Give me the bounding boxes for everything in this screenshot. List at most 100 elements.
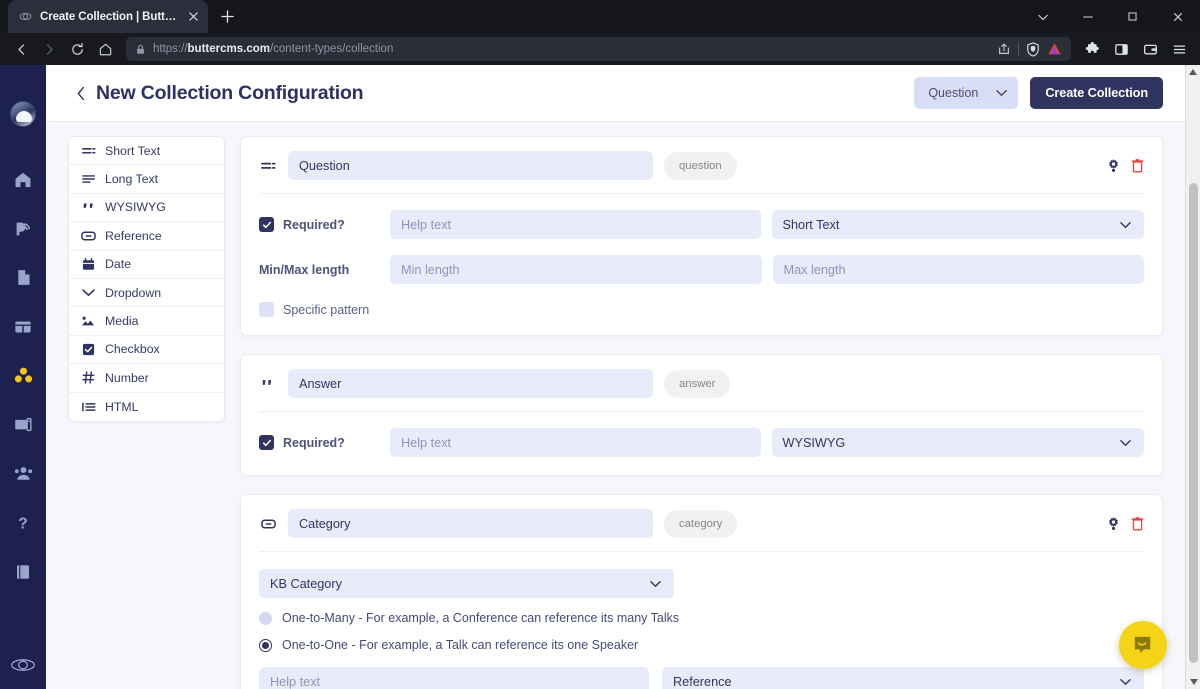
trash-icon[interactable]	[1131, 158, 1144, 173]
trash-icon[interactable]	[1131, 516, 1144, 531]
field-type-wysiwyg[interactable]: WYSIWYG	[69, 194, 224, 223]
specific-pattern-checkbox[interactable]	[259, 302, 274, 317]
url-bar[interactable]: https://buttercms.com/content-types/coll…	[126, 37, 1071, 61]
chat-bubble-icon	[1131, 633, 1156, 658]
chevron-down-icon	[996, 89, 1008, 97]
home-icon[interactable]	[92, 36, 118, 62]
field-card-actions	[1106, 158, 1144, 173]
relation-option-one-to-one[interactable]: One-to-One - For example, a Talk can ref…	[259, 638, 1144, 652]
field-name-input[interactable]: Question	[288, 151, 653, 180]
field-type-label: Dropdown	[105, 285, 162, 300]
brave-rewards-icon[interactable]	[1047, 42, 1062, 56]
help-text-input[interactable]: Help text	[390, 428, 761, 457]
field-type-dropdown[interactable]: Reference	[662, 667, 1144, 689]
field-type-dropdown[interactable]: Dropdown	[69, 279, 224, 308]
field-type-label: Long Text	[105, 172, 159, 187]
intercom-chat-launcher[interactable]	[1119, 621, 1167, 669]
field-type-date[interactable]: Date	[69, 251, 224, 279]
rail-item-pages[interactable]	[0, 253, 46, 302]
field-type-reference[interactable]: Reference	[69, 222, 224, 251]
maximize-button[interactable]	[1110, 0, 1155, 33]
divider	[259, 551, 1144, 552]
minmax-label-group: Min/Max length	[259, 263, 379, 277]
wallet-icon[interactable]	[1137, 36, 1163, 62]
reference-collection-select[interactable]: KB Category	[259, 569, 674, 598]
browser-titlebar: Create Collection | ButterCMS	[0, 0, 1200, 33]
scrollbar-thumb[interactable]	[1189, 183, 1198, 663]
pattern-label-group[interactable]: Specific pattern	[259, 302, 369, 317]
close-icon[interactable]	[184, 8, 202, 26]
hash-icon	[81, 371, 96, 384]
field-type-html[interactable]: HTML	[69, 393, 224, 421]
sidebar-panel-icon[interactable]	[1108, 36, 1134, 62]
rail-item-docs[interactable]	[0, 547, 46, 596]
gear-icon[interactable]	[1106, 158, 1121, 173]
field-name-input[interactable]: Category	[288, 509, 653, 538]
browser-tab[interactable]: Create Collection | ButterCMS	[8, 0, 208, 33]
rail-item-collections[interactable]	[0, 351, 46, 400]
forward-arrow-icon[interactable]	[36, 36, 62, 62]
browser-navbar: https://buttercms.com/content-types/coll…	[0, 33, 1200, 65]
required-checkbox[interactable]	[259, 435, 274, 450]
new-tab-button[interactable]	[213, 2, 241, 30]
field-type-value: WYSIWYG	[782, 435, 846, 450]
tab-search-button[interactable]	[1020, 0, 1065, 33]
rail-item-blog[interactable]	[0, 204, 46, 253]
url-text: https://buttercms.com/content-types/coll…	[153, 43, 394, 55]
field-type-number[interactable]: Number	[69, 364, 224, 393]
reload-icon[interactable]	[64, 36, 90, 62]
field-card-header: Question question	[259, 151, 1144, 180]
extensions-puzzle-icon[interactable]	[1079, 36, 1105, 62]
field-type-checkbox[interactable]: Checkbox	[69, 336, 224, 365]
field-slug-tag: answer	[664, 369, 731, 398]
field-bottom-row: Help text Reference	[259, 667, 1144, 689]
share-icon[interactable]	[997, 42, 1011, 56]
rail-item-content[interactable]	[0, 302, 46, 351]
field-type-short-text[interactable]: Short Text	[69, 137, 224, 166]
minmax-label: Min/Max length	[259, 262, 350, 277]
link-icon	[259, 518, 277, 530]
help-text-input[interactable]: Help text	[390, 210, 761, 239]
field-type-dropdown[interactable]: WYSIWYG	[771, 428, 1144, 457]
chevron-down-icon	[1120, 221, 1131, 229]
rail-item-home[interactable]	[0, 155, 46, 204]
field-type-select[interactable]: Question	[914, 77, 1019, 109]
field-type-label: Checkbox	[105, 342, 160, 357]
specific-pattern-label: Specific pattern	[283, 302, 370, 317]
radio-icon[interactable]	[259, 611, 272, 625]
gear-icon[interactable]	[1106, 516, 1121, 531]
close-window-button[interactable]	[1155, 0, 1200, 33]
help-text-input[interactable]: Help text	[259, 667, 649, 689]
rail-item-help[interactable]: ?	[0, 498, 46, 547]
field-type-dropdown[interactable]: Short Text	[771, 210, 1144, 239]
chevron-left-icon[interactable]	[70, 82, 92, 104]
field-type-label: Date	[105, 257, 131, 272]
user-avatar[interactable]	[10, 101, 36, 127]
field-slug-tag: category	[664, 509, 738, 538]
max-length-input[interactable]: Max length	[772, 255, 1144, 284]
minimize-button[interactable]	[1065, 0, 1110, 33]
page-scrollbar[interactable]	[1185, 65, 1200, 689]
field-card-header: Answer answer	[259, 369, 1144, 398]
browser-menu-icon[interactable]	[1166, 36, 1192, 62]
header-actions: Question Create Collection	[914, 77, 1163, 109]
chevron-down-icon	[1120, 678, 1131, 686]
required-label-group[interactable]: Required?	[259, 435, 379, 450]
field-name-input[interactable]: Answer	[288, 369, 653, 398]
min-length-input[interactable]: Min length	[390, 255, 762, 284]
field-card-category: Category category KB Category One-to-Man…	[240, 494, 1163, 689]
scroll-down-arrow[interactable]	[1186, 675, 1200, 689]
required-label-group[interactable]: Required?	[259, 217, 379, 232]
rail-item-team[interactable]	[0, 449, 46, 498]
brave-shields-icon[interactable]	[1026, 41, 1040, 57]
field-type-media[interactable]: Media	[69, 307, 224, 336]
chevron-down-icon	[81, 288, 96, 297]
required-checkbox[interactable]	[259, 217, 274, 232]
rail-item-media[interactable]	[0, 400, 46, 449]
relation-option-one-to-many[interactable]: One-to-Many - For example, a Conference …	[259, 611, 1144, 625]
back-arrow-icon[interactable]	[8, 36, 34, 62]
field-type-long-text[interactable]: Long Text	[69, 165, 224, 194]
scroll-up-arrow[interactable]	[1186, 65, 1200, 79]
radio-selected-icon[interactable]	[259, 638, 272, 652]
create-collection-button[interactable]: Create Collection	[1030, 77, 1163, 109]
